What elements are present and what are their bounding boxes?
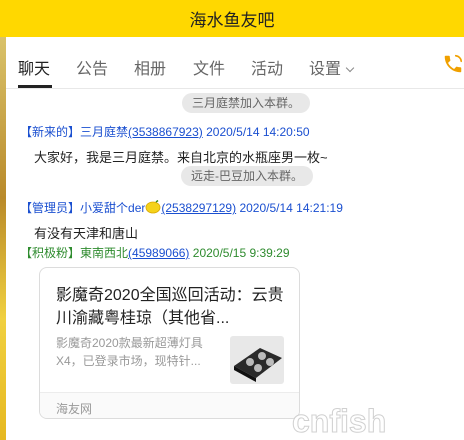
tab-chat[interactable]: 聊天: [18, 55, 50, 79]
tab-bar: 聊天 公告 相册 文件 活动 设置: [6, 37, 464, 89]
member-name[interactable]: 東南西北: [80, 246, 128, 260]
window-title: 海水鱼友吧: [189, 11, 275, 30]
tab-announcements[interactable]: 公告: [76, 55, 108, 79]
tab-settings[interactable]: 设置: [309, 55, 355, 79]
message-time: 2020/5/14 14:20:50: [206, 125, 310, 139]
member-uid-link[interactable]: (2538297129): [161, 201, 236, 215]
site-watermark: cnfish: [292, 403, 387, 440]
phone-icon[interactable]: [442, 53, 464, 75]
tab-settings-label: 设置: [309, 61, 342, 78]
chevron-down-icon: [345, 63, 355, 73]
message-header: 【管理员】小爱甜个der (2538297129) 2020/5/14 14:21…: [20, 199, 343, 216]
message-header: 【积极粉】東南西北(45989066) 2020/5/15 9:39:29: [20, 244, 290, 261]
message-text: 大家好，我是三月庭禁。来自北京的水瓶座男一枚~: [34, 150, 328, 165]
system-notice-join-1: 三月庭禁加入本群。: [182, 93, 311, 113]
chat-panel: 聊天 公告 相册 文件 活动 设置 三月庭禁加入本群。 【新来的】三月庭禁(35…: [6, 37, 464, 440]
shared-link-card[interactable]: 影魔奇2020全国巡回活动：云贵川渝藏粤桂琼（其他省... 影魔奇2020款最新…: [39, 267, 300, 419]
member-uid-link[interactable]: (45989066): [128, 246, 189, 260]
active-tab-indicator: [18, 85, 52, 88]
member-role-badge: 【管理员】: [20, 201, 81, 215]
card-source: 海友网: [56, 402, 93, 416]
system-notice-join-2: 远走-巴豆加入本群。: [181, 166, 313, 186]
message-time: 2020/5/14 14:21:19: [239, 201, 343, 215]
card-title: 影魔奇2020全国巡回活动：云贵川渝藏粤桂琼（其他省...: [56, 287, 284, 327]
member-uid-link[interactable]: (3538867923): [128, 125, 203, 139]
card-footer: 海友网: [40, 392, 299, 418]
member-name[interactable]: 小爱甜个der: [80, 201, 145, 215]
message-text: 有没有天津和唐山: [34, 226, 139, 241]
member-role-badge: 【积极粉】: [20, 246, 81, 260]
message-header: 【新来的】三月庭禁(3538867923) 2020/5/14 14:20:50: [20, 123, 310, 140]
member-name[interactable]: 三月庭禁: [80, 125, 128, 139]
card-description: 影魔奇2020款最新超薄灯具X4，已登录市场，现特针...: [56, 336, 203, 368]
watermark-text: cnfish: [292, 403, 386, 439]
tab-files[interactable]: 文件: [193, 55, 225, 79]
tab-album[interactable]: 相册: [134, 55, 166, 79]
card-thumbnail-image: [230, 336, 284, 384]
title-bar: 海水鱼友吧: [0, 0, 464, 37]
message-time: 2020/5/15 9:39:29: [192, 246, 290, 260]
lemon-emoji-icon: [145, 200, 161, 214]
tab-events[interactable]: 活动: [251, 55, 283, 79]
member-role-badge: 【新来的】: [20, 125, 81, 139]
